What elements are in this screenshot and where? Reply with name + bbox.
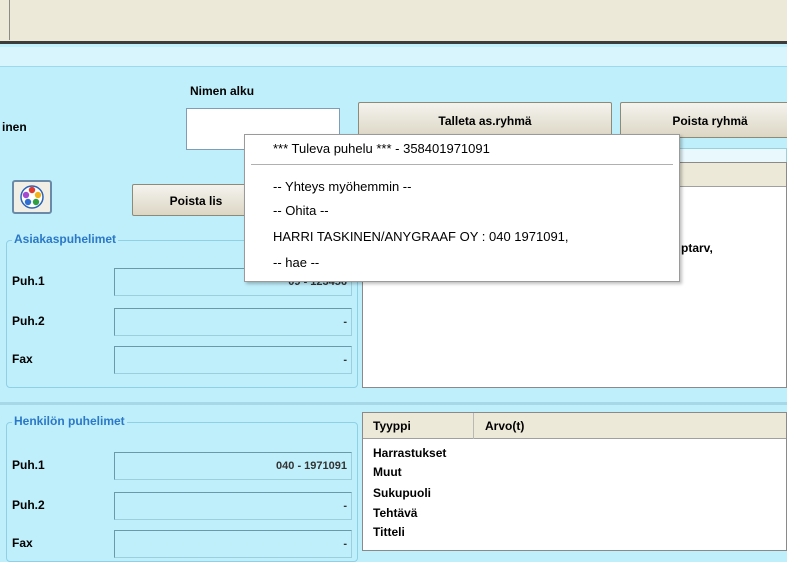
poista-button[interactable]: Poista lis bbox=[132, 184, 260, 216]
person-phones-title: Henkilön puhelimet bbox=[12, 414, 127, 428]
poista-ryhma-label: Poista ryhmä bbox=[672, 114, 748, 128]
phone-app-button[interactable] bbox=[12, 180, 52, 214]
poista-ryhma-button[interactable]: Poista ryhmä bbox=[620, 102, 787, 138]
table-row[interactable]: Muut bbox=[373, 465, 402, 479]
person-phone1-field[interactable]: 040 - 1971091 bbox=[114, 452, 352, 480]
popup-separator bbox=[251, 164, 673, 165]
incoming-call-popup: *** Tuleva puhelu *** - 358401971091 -- … bbox=[244, 134, 680, 282]
menu-item-search[interactable]: -- hae -- bbox=[273, 255, 319, 270]
menu-item-call-later[interactable]: -- Yhteys myöhemmin -- bbox=[273, 179, 411, 194]
person-phone2-label: Puh.2 bbox=[12, 498, 45, 512]
attributes-table: Tyyppi Arvo(t) Harrastukset Muut Sukupuo… bbox=[362, 412, 787, 551]
popup-header: *** Tuleva puhelu *** - 358401971091 bbox=[273, 141, 490, 156]
customer-phones-title: Asiakaspuhelimet bbox=[12, 232, 119, 246]
person-phone1-value: 040 - 1971091 bbox=[276, 460, 347, 472]
talleta-asryhma-button[interactable]: Talleta as.ryhmä bbox=[358, 102, 612, 138]
menu-item-contact[interactable]: HARRI TASKINEN/ANYGRAAF OY : 040 1971091… bbox=[273, 229, 569, 244]
table-row[interactable]: Harrastukset bbox=[373, 446, 446, 460]
cust-fax-value: - bbox=[343, 354, 347, 366]
cust-phone2-label: Puh.2 bbox=[12, 314, 45, 328]
cust-fax-field[interactable]: - bbox=[114, 346, 352, 374]
person-phone2-field[interactable]: - bbox=[114, 492, 352, 520]
attributes-header: Tyyppi Arvo(t) bbox=[363, 413, 786, 439]
poista-label: Poista lis bbox=[169, 194, 223, 208]
section-divider bbox=[0, 402, 787, 405]
column-arvot[interactable]: Arvo(t) bbox=[485, 419, 524, 433]
top-strip bbox=[0, 47, 787, 67]
partial-label: inen bbox=[2, 120, 27, 134]
notes-text: ptarv, bbox=[681, 241, 713, 255]
table-row[interactable]: Sukupuoli bbox=[373, 486, 431, 500]
person-fax-value: - bbox=[343, 538, 347, 550]
nimen-alku-label: Nimen alku bbox=[190, 84, 255, 98]
cust-phone1-label: Puh.1 bbox=[12, 274, 45, 288]
person-fax-field[interactable]: - bbox=[114, 530, 352, 558]
table-row[interactable]: Tehtävä bbox=[373, 506, 417, 520]
cust-phone2-value: - bbox=[343, 316, 347, 328]
person-fax-label: Fax bbox=[12, 536, 33, 550]
person-phone2-value: - bbox=[343, 500, 347, 512]
column-tyyppi[interactable]: Tyyppi bbox=[373, 419, 411, 433]
titlebar-edge bbox=[0, 0, 10, 40]
menu-item-skip[interactable]: -- Ohita -- bbox=[273, 203, 329, 218]
column-divider bbox=[473, 413, 474, 439]
talleta-button-label: Talleta as.ryhmä bbox=[438, 114, 532, 128]
table-row[interactable]: Titteli bbox=[373, 525, 405, 539]
cust-phone2-field[interactable]: - bbox=[114, 308, 352, 336]
cust-fax-label: Fax bbox=[12, 352, 33, 366]
person-phone1-label: Puh.1 bbox=[12, 458, 45, 472]
window-titlebar bbox=[0, 0, 787, 44]
colorwheel-icon bbox=[20, 185, 44, 209]
